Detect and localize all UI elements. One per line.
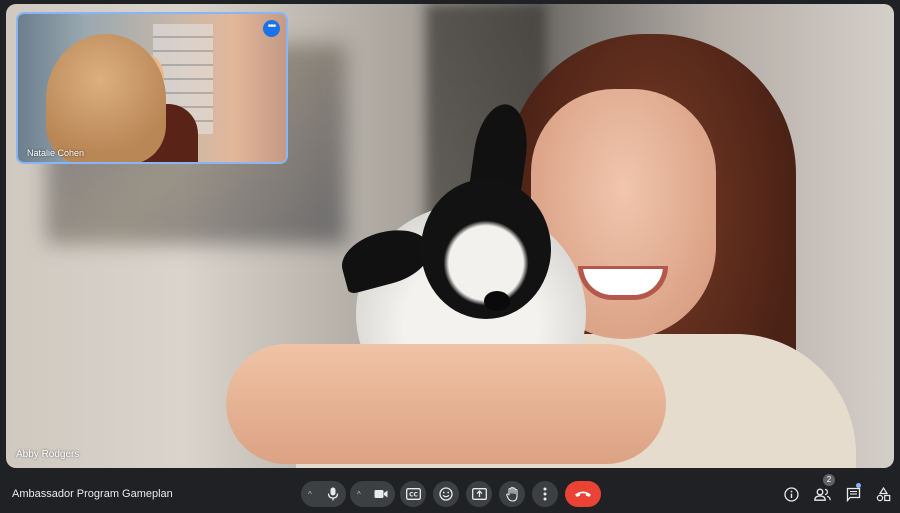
- people-icon: [813, 488, 831, 501]
- more-options-button[interactable]: [532, 481, 558, 507]
- more-vert-icon: [543, 487, 547, 501]
- microphone-button[interactable]: ^: [301, 481, 346, 507]
- call-end-icon: [575, 491, 591, 497]
- reactions-button[interactable]: [433, 481, 459, 507]
- videocam-icon: [374, 490, 388, 498]
- svg-text:CC: CC: [409, 492, 418, 499]
- activities-button[interactable]: [873, 484, 893, 504]
- people-button[interactable]: [812, 484, 832, 504]
- camera-button[interactable]: ^: [350, 481, 395, 507]
- participant-arms: [226, 344, 666, 464]
- meeting-details-button[interactable]: [781, 484, 801, 504]
- chat-icon: [846, 487, 860, 502]
- mic-icon: [327, 487, 339, 501]
- closed-caption-icon: CC: [405, 488, 421, 500]
- info-icon: [783, 486, 799, 502]
- self-participant-name: Natalie Cohen: [27, 148, 85, 158]
- unread-indicator: [856, 483, 861, 488]
- activities-icon: [876, 486, 890, 501]
- raise-hand-button[interactable]: [499, 481, 525, 507]
- present-button[interactable]: [466, 481, 492, 507]
- dog-nose: [484, 291, 510, 311]
- present-screen-icon: [471, 488, 487, 500]
- leave-call-button[interactable]: [565, 481, 601, 507]
- self-dog: [46, 34, 166, 162]
- chevron-up-icon[interactable]: ^: [308, 490, 312, 499]
- captions-button[interactable]: CC: [400, 481, 426, 507]
- self-view-tile[interactable]: Natalie Cohen •••: [16, 12, 288, 164]
- main-participant-name: Abby Rodgers: [16, 449, 80, 460]
- more-horiz-icon[interactable]: •••: [263, 20, 280, 37]
- meeting-title: Ambassador Program Gameplan: [12, 488, 173, 500]
- people-count-badge: 2: [823, 474, 835, 486]
- hand-icon: [505, 486, 518, 502]
- chevron-up-icon[interactable]: ^: [357, 490, 361, 499]
- emoji-icon: [439, 487, 453, 501]
